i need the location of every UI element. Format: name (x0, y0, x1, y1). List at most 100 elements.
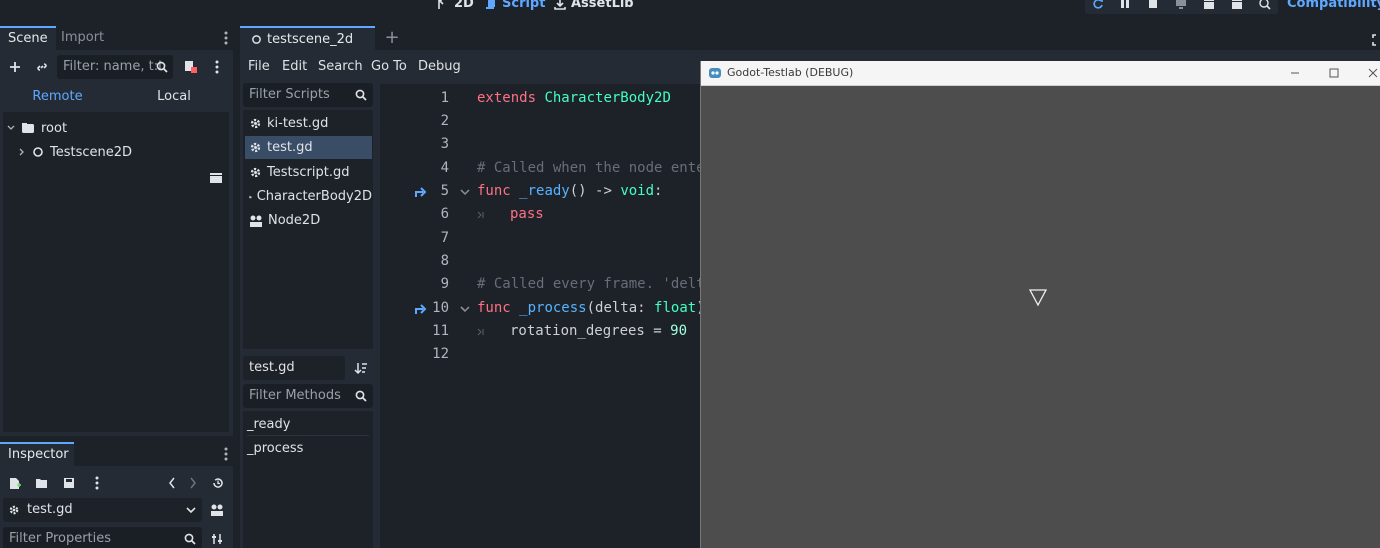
workspace-2d-label: 2D (454, 0, 474, 11)
movie-icon (1259, 0, 1271, 10)
chevron-left-icon (169, 477, 175, 489)
history-forward-button[interactable] (183, 473, 203, 493)
remote-debug-button[interactable] (1172, 0, 1190, 12)
add-node-button[interactable] (5, 57, 25, 77)
instance-scene-button[interactable] (32, 57, 52, 77)
remote-tab[interactable]: Remote (0, 85, 115, 109)
script-item-test[interactable]: test.gd (245, 136, 372, 159)
script-item-ki-test[interactable]: ki-test.gd (245, 112, 372, 135)
tab-marker-icon (477, 328, 484, 336)
workspace-script-button[interactable]: Script (485, 0, 545, 11)
override-method-icon[interactable] (414, 185, 428, 199)
pause-button[interactable] (1116, 0, 1134, 12)
chevron-down-icon (7, 125, 15, 130)
sort-methods-button[interactable] (351, 358, 371, 378)
fold-chevron-icon[interactable] (460, 189, 470, 196)
line-number: 1 (440, 90, 449, 106)
resource-menu-button[interactable] (87, 473, 107, 493)
stop-button[interactable] (1144, 0, 1162, 12)
fold-chevron-icon[interactable] (460, 306, 470, 313)
add-scene-tab-button[interactable]: + (382, 26, 402, 50)
code-editor[interactable]: 1 2 3 4 5 6 7 8 9 10 11 12 extends Chara… (382, 84, 700, 548)
menu-debug[interactable]: Debug (418, 59, 461, 74)
workspace-2d-button[interactable]: 2D (437, 0, 474, 11)
gear-icon (250, 142, 261, 153)
script-filter-input[interactable]: Filter Scripts (243, 83, 373, 107)
history-button[interactable] (208, 473, 228, 493)
tree-item-root[interactable]: root (7, 117, 67, 139)
scene-filter-placeholder: Filter: name, t:t (63, 59, 164, 74)
scene-menu-button[interactable] (207, 57, 227, 77)
monitor-icon (1176, 0, 1186, 9)
attach-script-button[interactable] (180, 57, 200, 77)
inspector-dock-menu-button[interactable] (216, 444, 236, 464)
property-tools-button[interactable] (207, 529, 227, 548)
code-line-10: func _process(delta: float) (477, 300, 700, 316)
clapper-icon (1204, 0, 1214, 9)
menu-edit[interactable]: Edit (282, 59, 307, 74)
menu-file[interactable]: File (248, 59, 270, 74)
scene-filter-input[interactable]: Filter: name, t:t (57, 55, 173, 79)
keyword: pass (510, 206, 544, 222)
open-docs-button[interactable] (207, 500, 227, 520)
code-text: (delta: (586, 300, 655, 316)
menu-go-to[interactable]: Go To (371, 59, 407, 74)
open-scene-button[interactable] (206, 168, 226, 188)
method-filter-input[interactable]: Filter Methods (243, 384, 373, 408)
script-item-label: test.gd (267, 140, 313, 155)
type-name: void (620, 183, 655, 199)
local-tab[interactable]: Local (115, 85, 233, 109)
override-method-icon[interactable] (414, 302, 428, 316)
save-resource-button[interactable] (59, 473, 79, 493)
folder-open-icon (36, 479, 47, 488)
script-add-icon (185, 61, 197, 73)
property-filter-input[interactable]: Filter Properties (3, 527, 202, 548)
maximize-button[interactable] (1324, 63, 1344, 83)
line-number: 3 (440, 136, 449, 152)
tree-item-testscene2d[interactable]: Testscene2D (18, 141, 132, 163)
tab-import[interactable]: Import (53, 26, 112, 50)
play-scene-button[interactable] (1200, 0, 1218, 12)
method-item-process[interactable]: _process (247, 438, 303, 460)
workspace-assetlib-button[interactable]: AssetLib (554, 0, 634, 11)
clapper-custom-icon (1232, 0, 1242, 9)
close-button[interactable] (1363, 63, 1380, 83)
new-resource-button[interactable] (5, 473, 25, 493)
current-script-label: test.gd (243, 356, 345, 380)
menu-search[interactable]: Search (318, 59, 363, 74)
search-icon (355, 390, 367, 402)
script-filter-placeholder: Filter Scripts (249, 87, 330, 102)
inspector-body: test.gd Filter Properties (0, 466, 233, 548)
tab-testscene-2d[interactable]: testscene_2d (240, 26, 375, 50)
resource-selector[interactable]: test.gd (3, 498, 202, 522)
method-item-ready[interactable]: _ready (247, 414, 369, 436)
debug-window-titlebar[interactable]: Godot-Testlab (DEBUG) (701, 61, 1380, 86)
load-resource-button[interactable] (32, 473, 52, 493)
script-item-node2d[interactable]: Node2D (245, 209, 372, 232)
dock-menu-button[interactable] (216, 28, 236, 48)
minimize-button[interactable] (1285, 63, 1305, 83)
scene-dock: Scene Import Filter: name, t:t Remote Lo… (0, 26, 233, 436)
history-icon (213, 478, 223, 488)
script-item-testscript[interactable]: Testscript.gd (245, 161, 372, 184)
tab-inspector[interactable]: Inspector (0, 442, 74, 466)
type-name: CharacterBody2D (544, 90, 671, 106)
script-item-characterbody2d[interactable]: CharacterBody2D (245, 185, 372, 208)
history-back-button[interactable] (162, 473, 182, 493)
scene-dock-body: Filter: name, t:t Remote Local root Test… (0, 50, 233, 436)
gear-icon (250, 167, 261, 178)
distraction-free-button[interactable] (1368, 30, 1380, 50)
chevron-right-icon (190, 477, 196, 489)
play-custom-scene-button[interactable] (1228, 0, 1246, 12)
movie-maker-button[interactable] (1256, 0, 1274, 12)
tab-marker-icon (477, 211, 484, 219)
godot-logo-icon (709, 68, 721, 78)
renderer-selector[interactable]: Compatibility (1287, 0, 1380, 11)
tab-scene[interactable]: Scene (0, 26, 56, 50)
chevron-down-icon (186, 507, 196, 514)
2d-icon (438, 0, 444, 9)
code-line-1: extends CharacterBody2D (477, 90, 671, 106)
debug-game-window[interactable]: Godot-Testlab (DEBUG) (700, 61, 1380, 548)
reload-button[interactable] (1089, 0, 1107, 12)
kebab-menu-icon (224, 447, 228, 461)
